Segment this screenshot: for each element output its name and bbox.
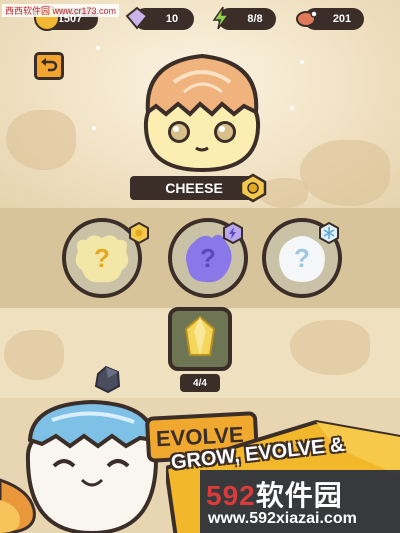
pet-name: CHEESE <box>165 180 223 196</box>
sparkle <box>96 46 100 50</box>
flame-creature-icon <box>0 470 40 533</box>
resource-bar: 1507 10 8/8 201 西西软件园 www.cr173.com <box>0 0 400 36</box>
item-count: 4/4 <box>180 374 220 392</box>
undo-arrow-icon <box>40 56 58 76</box>
gems-value: 10 <box>165 13 179 25</box>
bg-silhouette <box>4 330 64 380</box>
next-pet-creature <box>22 394 162 533</box>
unknown-evolution-mark: ? <box>94 242 110 273</box>
dark-rock-icon <box>92 364 122 394</box>
pet-creature[interactable] <box>134 52 270 173</box>
site-brand-number: 592 <box>206 480 256 511</box>
lightning-icon <box>222 221 244 245</box>
back-button[interactable] <box>34 52 64 80</box>
gem-icon <box>124 5 150 31</box>
lightning-icon <box>208 5 234 31</box>
meat-value: 201 <box>332 13 352 25</box>
bg-silhouette <box>6 110 76 170</box>
site-brand-text: 软件园 <box>255 480 343 511</box>
meat-icon <box>294 5 320 31</box>
evolution-item-slot[interactable] <box>168 307 232 371</box>
sparkle <box>300 60 304 64</box>
item-count-value: 4/4 <box>193 377 207 389</box>
coin-element-icon <box>238 173 268 203</box>
coin-icon <box>128 221 150 245</box>
bg-silhouette <box>300 140 390 206</box>
energy-value: 8/8 <box>247 13 263 25</box>
site-watermark-title: 592软件园 <box>206 474 398 511</box>
bg-silhouette <box>290 320 370 375</box>
top-watermark: 西西软件园 www.cr173.com <box>2 4 120 17</box>
sparkle <box>92 126 96 130</box>
sparkle <box>290 106 294 110</box>
unknown-evolution-mark: ? <box>200 242 216 273</box>
gold-crystal-icon <box>180 315 220 363</box>
unknown-evolution-mark: ? <box>294 242 310 273</box>
site-watermark-url: www.592xiazai.com <box>208 510 357 527</box>
snowflake-icon <box>318 221 340 245</box>
